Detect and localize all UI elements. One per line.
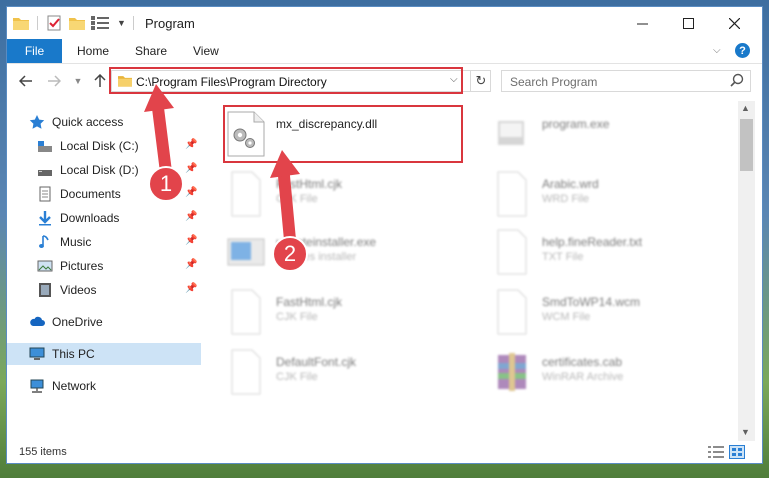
- annotation-arrows: [144, 84, 300, 246]
- arrow-2: [270, 150, 300, 246]
- callout-step-2: 2: [272, 236, 308, 272]
- callout-step-1: 1: [148, 166, 184, 202]
- arrow-1: [144, 84, 174, 178]
